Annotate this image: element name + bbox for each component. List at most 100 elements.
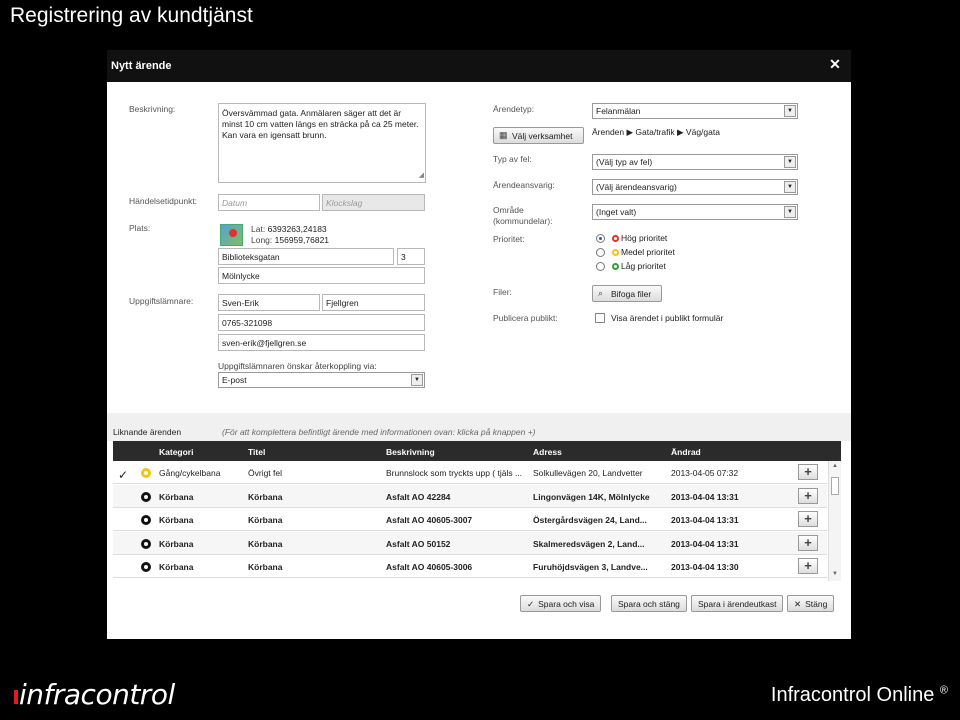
add-to-case-button[interactable]: + <box>798 487 818 504</box>
klockslag-input[interactable]: Klockslag <box>322 194 425 211</box>
breadcrumb-item[interactable]: Väg/gata <box>686 127 720 137</box>
table-row[interactable]: Körbana Körbana Asfalt AO 50152 Skalmeredsv… <box>113 531 827 555</box>
similar-cases-hint: (För att komplettera befintligt ärende m… <box>222 427 536 437</box>
publicera-label: Publicera publikt: <box>493 313 558 323</box>
priority-label: Låg prioritet <box>621 261 666 271</box>
table-row[interactable]: ✓ Gång/cykelbana Övrigt fel Brunnslock som … <box>113 461 827 484</box>
publicera-checkbox[interactable] <box>595 313 605 323</box>
scroll-down-icon[interactable]: ▼ <box>832 571 838 577</box>
feedback-select[interactable]: E-post ▼ <box>218 372 425 388</box>
table-scrollbar[interactable]: ▲ ▼ <box>828 461 841 581</box>
col-kategori[interactable]: Kategori <box>159 447 193 457</box>
bifoga-filer-button[interactable]: ⌕ Bifoga filer <box>592 285 662 302</box>
arendeansvarig-label: Ärendeansvarig: <box>493 180 555 190</box>
cell-kategori: Körbana <box>159 538 194 549</box>
chevron-down-icon: ▼ <box>784 156 796 168</box>
table-row[interactable]: Körbana Körbana Asfalt AO 42284 Lingonvägen… <box>113 484 827 508</box>
priority-radio[interactable] <box>596 262 605 272</box>
cell-adress: Solkullevägen 20, Landvetter <box>533 468 643 478</box>
priority-option[interactable]: Låg prioritet <box>596 261 666 273</box>
map-icon[interactable] <box>220 224 243 246</box>
col-andrad[interactable]: Ändrad <box>671 447 701 457</box>
brand-text: Infracontrol Online <box>770 684 935 706</box>
breadcrumb-item[interactable]: Ärenden <box>592 127 624 137</box>
col-adress[interactable]: Adress <box>533 447 562 457</box>
spara-och-visa-button[interactable]: ✓ Spara och visa <box>520 595 602 612</box>
priority-label: Hög prioritet <box>621 233 668 243</box>
street-input[interactable]: Biblioteksgatan <box>218 248 394 265</box>
plats-label: Plats: <box>129 223 151 233</box>
priority-option[interactable]: Medel prioritet <box>596 247 675 259</box>
add-to-case-button[interactable]: + <box>798 464 818 480</box>
feedback-label: Uppgiftslämnaren önskar återkoppling via… <box>218 361 377 371</box>
arendeansvarig-value: (Välj ärendeansvarig) <box>596 182 677 192</box>
col-titel[interactable]: Titel <box>248 447 265 457</box>
cell-andrad: 2013-04-04 13:31 <box>671 491 739 502</box>
chevron-down-icon: ▼ <box>784 105 796 117</box>
status-dot-icon <box>141 562 151 572</box>
city-input[interactable]: Mölnlycke <box>218 267 425 284</box>
brand-name: Infracontrol Online ® <box>771 684 948 707</box>
email-input[interactable]: sven-erik@fjellgren.se <box>218 334 425 351</box>
scroll-up-icon[interactable]: ▲ <box>832 463 838 469</box>
resize-grip-icon[interactable]: ◢ <box>419 170 424 181</box>
chevron-down-icon: ▼ <box>784 181 796 193</box>
add-to-case-button[interactable]: + <box>798 511 818 527</box>
arendeansvarig-select[interactable]: (Välj ärendeansvarig) ▼ <box>592 179 798 195</box>
valj-verksamhet-label: Välj verksamhet <box>512 131 573 141</box>
street-number-input[interactable]: 3 <box>397 248 425 265</box>
cell-kategori: Körbana <box>159 491 194 502</box>
similar-table-header: Kategori Titel Beskrivning Adress Ändrad <box>113 441 841 461</box>
priority-dot-icon <box>612 235 619 243</box>
cell-titel: Körbana <box>248 538 283 549</box>
priority-dot-icon <box>612 263 619 271</box>
new-case-dialog: Nytt ärende ✕ Beskrivning: Översvämmad g… <box>107 50 851 639</box>
phone-input[interactable]: 0765-321098 <box>218 314 425 331</box>
spara-i-arendeutkast-button[interactable]: Spara i ärendeutkast <box>691 595 784 612</box>
typ-av-fel-label: Typ av fel: <box>493 154 532 164</box>
cell-andrad: 2013-04-04 13:31 <box>671 538 739 549</box>
omrade-label: Område <box>493 205 524 215</box>
stang-label: Stäng <box>805 599 828 609</box>
scrollbar-thumb[interactable] <box>831 477 839 495</box>
priority-radio[interactable] <box>596 248 605 258</box>
similar-table-body: ✓ Gång/cykelbana Övrigt fel Brunnslock som … <box>113 461 841 581</box>
priority-option[interactable]: Hög prioritet <box>596 233 667 245</box>
cell-adress: Lingonvägen 14K, Mölnlycke <box>533 491 650 502</box>
spara-och-stang-button[interactable]: Spara och stäng <box>611 595 687 612</box>
arendetyp-label: Ärendetyp: <box>493 104 535 114</box>
close-icon[interactable]: ✕ <box>829 57 841 71</box>
cell-beskrivning: Asfalt AO 40605-3007 <box>386 515 473 525</box>
table-row[interactable]: Körbana Körbana Asfalt AO 40605-3007 Österg… <box>113 508 827 531</box>
spara-och-stang-label: Spara och stäng <box>618 599 680 609</box>
valj-verksamhet-button[interactable]: ▦ Välj verksamhet <box>493 127 584 144</box>
cell-andrad: 2013-04-05 07:32 <box>671 468 739 478</box>
cell-adress: Furuhöjdsvägen 3, Landve... <box>533 562 648 572</box>
breadcrumb-item[interactable]: Gata/trafik <box>635 127 674 137</box>
close-icon: ✕ <box>794 599 802 609</box>
add-to-case-button[interactable]: + <box>798 534 818 551</box>
arendetyp-select[interactable]: Felanmälan ▼ <box>592 103 798 119</box>
stang-button[interactable]: ✕ Stäng <box>787 595 835 612</box>
omrade-select[interactable]: (Inget valt) ▼ <box>592 204 798 220</box>
last-name-input[interactable]: Fjellgren <box>322 294 425 311</box>
registered-mark: ® <box>939 684 948 697</box>
cell-titel: Körbana <box>248 562 283 572</box>
first-name-input[interactable]: Sven-Erik <box>218 294 320 311</box>
logo-text: infracontrol <box>19 678 175 711</box>
col-beskrivning[interactable]: Beskrivning <box>386 447 435 457</box>
table-row[interactable]: Körbana Körbana Asfalt AO 40605-3006 Furuhö… <box>113 555 827 578</box>
paperclip-icon: ⌕ <box>598 288 604 298</box>
beskrivning-textarea[interactable]: Översvämmad gata. Anmälaren säger att de… <box>218 103 426 183</box>
datum-input[interactable]: Datum <box>218 194 320 211</box>
typ-av-fel-select[interactable]: (Välj typ av fel) ▼ <box>592 154 798 170</box>
filer-label: Filer: <box>493 287 512 297</box>
arendetyp-value: Felanmälan <box>596 106 641 116</box>
logo-mark <box>14 690 18 704</box>
prioritet-label: Prioritet: <box>493 234 525 244</box>
beskrivning-label: Beskrivning: <box>129 104 176 114</box>
add-to-case-button[interactable]: + <box>798 558 818 574</box>
priority-radio[interactable] <box>596 234 605 244</box>
status-dot-icon <box>141 515 151 525</box>
cell-beskrivning: Asfalt AO 40605-3006 <box>386 562 473 572</box>
